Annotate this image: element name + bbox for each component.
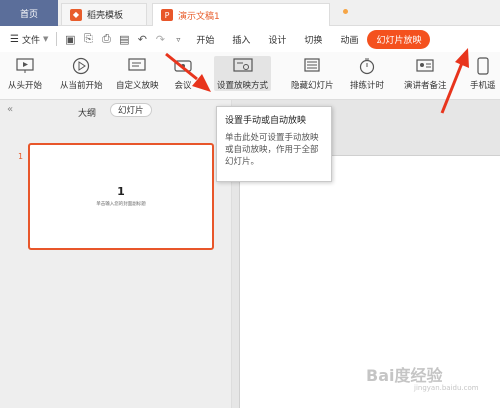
play-circle-icon — [70, 56, 92, 76]
tab-bar: 首页 ◆ 稻壳模板 P 演示文稿1 — [0, 0, 500, 26]
tooltip-body: 单击此处可设置手动放映或自动放映，作用于全部幻灯片。 — [225, 133, 319, 167]
hide-slide-icon — [301, 56, 323, 76]
tab-template[interactable]: ◆ 稻壳模板 — [61, 3, 147, 26]
tooltip: 设置手动或自动放映 单击此处可设置手动放映或自动放映，作用于全部幻灯片。 — [216, 106, 332, 182]
play-from-current-label: 从当前开始 — [60, 81, 103, 91]
chevron-down-icon: ▼ — [42, 35, 49, 43]
rehearse-timing-label: 排练计时 — [350, 81, 385, 91]
phone-remote-button[interactable]: 手机遥 — [470, 56, 496, 91]
presentation-file-icon: P — [161, 9, 173, 21]
menu-item-insert[interactable]: 插入 — [223, 33, 259, 46]
slideshow-setup-icon — [232, 56, 254, 76]
tab-document[interactable]: P 演示文稿1 — [152, 3, 330, 26]
hide-slide-label: 隐藏幻灯片 — [291, 81, 334, 91]
tab-home[interactable]: 首页 — [0, 0, 58, 26]
unsaved-dot-icon — [343, 9, 348, 14]
tab-home-label: 首页 — [19, 9, 38, 20]
play-from-start-label: 从头开始 — [8, 81, 43, 91]
print-preview-icon[interactable]: ▤ — [115, 30, 133, 48]
hide-slide-button[interactable]: 隐藏幻灯片 — [291, 56, 334, 91]
custom-show-button[interactable]: 自定义放映 — [116, 56, 159, 91]
watermark-url: jingyan.baidu.com — [414, 384, 479, 392]
divider — [56, 32, 58, 46]
tab-outline[interactable]: 大纲 — [78, 106, 96, 119]
menu-item-design[interactable]: 设计 — [259, 33, 295, 46]
custom-show-icon — [126, 56, 148, 76]
tab-slides[interactable]: 幻灯片 — [110, 103, 152, 117]
slideshow-setup-label: 设置放映方式 — [217, 81, 269, 91]
thumbnail-title: 1 — [117, 185, 125, 198]
rehearse-timing-button[interactable]: 排练计时 — [350, 56, 384, 91]
menu-item-transition[interactable]: 切换 — [295, 33, 331, 46]
speaker-notes-label: 演讲者备注 — [404, 81, 447, 91]
watermark: Bai度经验 — [366, 366, 443, 385]
meeting-label: 会议 — [174, 81, 192, 91]
slide-panel: « 大纲 幻灯片 1 1 单击输入您的封面副标题 — [0, 100, 232, 408]
undo-icon[interactable]: ↶ — [133, 30, 151, 48]
slide-number: 1 — [18, 152, 24, 161]
speaker-notes-button[interactable]: 演讲者备注 — [404, 56, 447, 91]
file-menu-label: 文件 — [21, 35, 40, 46]
phone-remote-label: 手机遥 — [470, 81, 496, 91]
menu-item-slideshow[interactable]: 幻灯片放映 — [367, 29, 431, 49]
meeting-button[interactable]: 会议 — [172, 56, 194, 91]
meeting-icon — [172, 56, 194, 76]
hamburger-icon: ☰ — [10, 33, 19, 45]
speaker-notes-icon — [414, 56, 436, 76]
tab-template-label: 稻壳模板 — [87, 11, 124, 21]
redo-icon[interactable]: ↷ — [151, 30, 169, 48]
tab-slides-label: 幻灯片 — [118, 106, 144, 116]
stopwatch-icon — [356, 56, 378, 76]
custom-show-label: 自定义放映 — [116, 81, 159, 91]
print-icon[interactable]: ⎙ — [97, 30, 115, 48]
customize-toolbar-icon[interactable]: ▿ — [169, 30, 187, 48]
play-from-current-button[interactable]: 从当前开始 — [60, 56, 103, 91]
slide-thumbnail[interactable]: 1 单击输入您的封面副标题 — [28, 143, 214, 250]
thumbnail-subtitle: 单击输入您的封面副标题 — [96, 202, 146, 207]
docer-logo-icon: ◆ — [70, 8, 82, 21]
menu-item-home[interactable]: 开始 — [187, 33, 223, 46]
play-from-start-button[interactable]: 从头开始 — [8, 56, 42, 91]
save-icon[interactable]: ▣ — [61, 30, 79, 48]
tab-document-label: 演示文稿1 — [178, 11, 220, 22]
ribbon: 从头开始 从当前开始 自定义放映 会议 设置放映方式 隐藏幻灯片 排练计时 演讲… — [0, 52, 500, 100]
phone-icon — [472, 56, 494, 76]
slideshow-setup-button[interactable]: 设置放映方式 — [214, 56, 272, 91]
collapse-panel-icon[interactable]: « — [7, 104, 13, 115]
file-menu-button[interactable]: ☰ 文件 ▼ — [6, 33, 52, 46]
menu-row: ☰ 文件 ▼ ▣ ⎘ ⎙ ▤ ↶ ↷ ▿ 开始 插入 设计 切换 动画 幻灯片放… — [0, 26, 500, 52]
screen-play-icon — [14, 56, 36, 76]
menu-item-animation[interactable]: 动画 — [331, 33, 367, 46]
tooltip-title: 设置手动或自动放映 — [225, 116, 307, 126]
export-pdf-icon[interactable]: ⎘ — [79, 30, 97, 48]
